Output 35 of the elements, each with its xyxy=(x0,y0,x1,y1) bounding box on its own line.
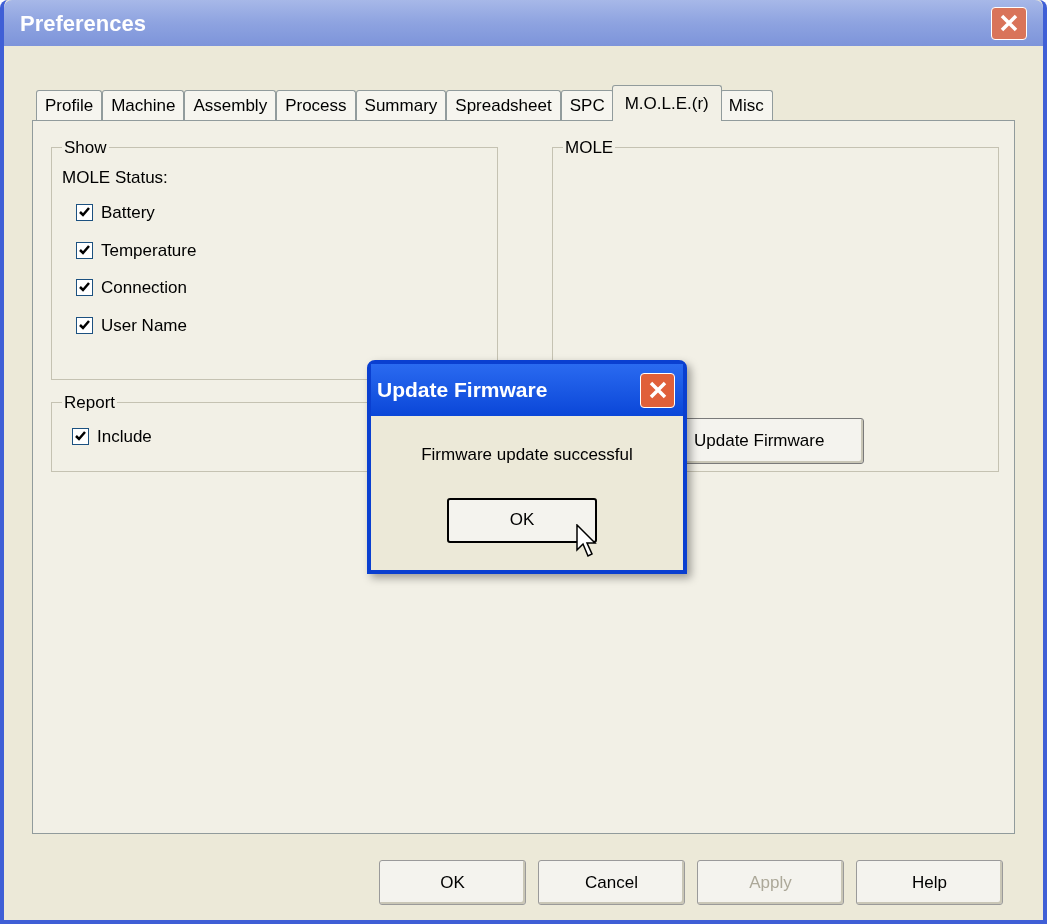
checkbox-label: Connection xyxy=(101,277,187,299)
checkbox[interactable] xyxy=(76,241,93,259)
cancel-button[interactable]: Cancel xyxy=(538,860,685,905)
checkbox[interactable] xyxy=(76,316,93,334)
close-button[interactable] xyxy=(640,372,675,408)
group-title: MOLE xyxy=(564,137,615,159)
close-icon xyxy=(999,13,1019,33)
window-title: Preferences xyxy=(20,9,146,38)
tab[interactable]: Machine xyxy=(102,90,185,120)
dialog-title: Update Firmware xyxy=(377,377,548,404)
checkbox-label: Temperature xyxy=(101,239,197,262)
group-label: MOLE Status: xyxy=(62,166,169,189)
tab[interactable]: M.O.L.E.(r) xyxy=(611,85,722,121)
tab[interactable]: Misc xyxy=(719,90,773,120)
ok-button[interactable]: OK xyxy=(379,860,526,905)
tab[interactable]: Spreadsheet xyxy=(446,90,561,120)
checkbox[interactable] xyxy=(76,279,93,297)
tab[interactable]: Assembly xyxy=(184,90,277,120)
ok-button[interactable]: OK xyxy=(447,497,597,543)
close-button[interactable] xyxy=(991,6,1027,40)
group-title: Show xyxy=(63,137,108,159)
mouse-cursor-icon xyxy=(576,523,598,558)
tab[interactable]: Process xyxy=(276,90,356,120)
checkbox[interactable] xyxy=(72,427,89,445)
close-icon xyxy=(647,380,668,400)
checkbox-label: Battery xyxy=(101,202,155,224)
checkbox[interactable] xyxy=(76,204,93,222)
tab[interactable]: Profile xyxy=(36,90,103,120)
tab[interactable]: Summary xyxy=(355,90,447,120)
checkbox-label: Include xyxy=(97,425,152,448)
checkbox-label: User Name xyxy=(101,314,187,337)
help-button[interactable]: Help xyxy=(856,860,1003,905)
tab[interactable]: SPC xyxy=(560,90,614,120)
group-title: Report xyxy=(63,392,117,414)
dialog-message: Firmware update successful xyxy=(420,444,634,466)
